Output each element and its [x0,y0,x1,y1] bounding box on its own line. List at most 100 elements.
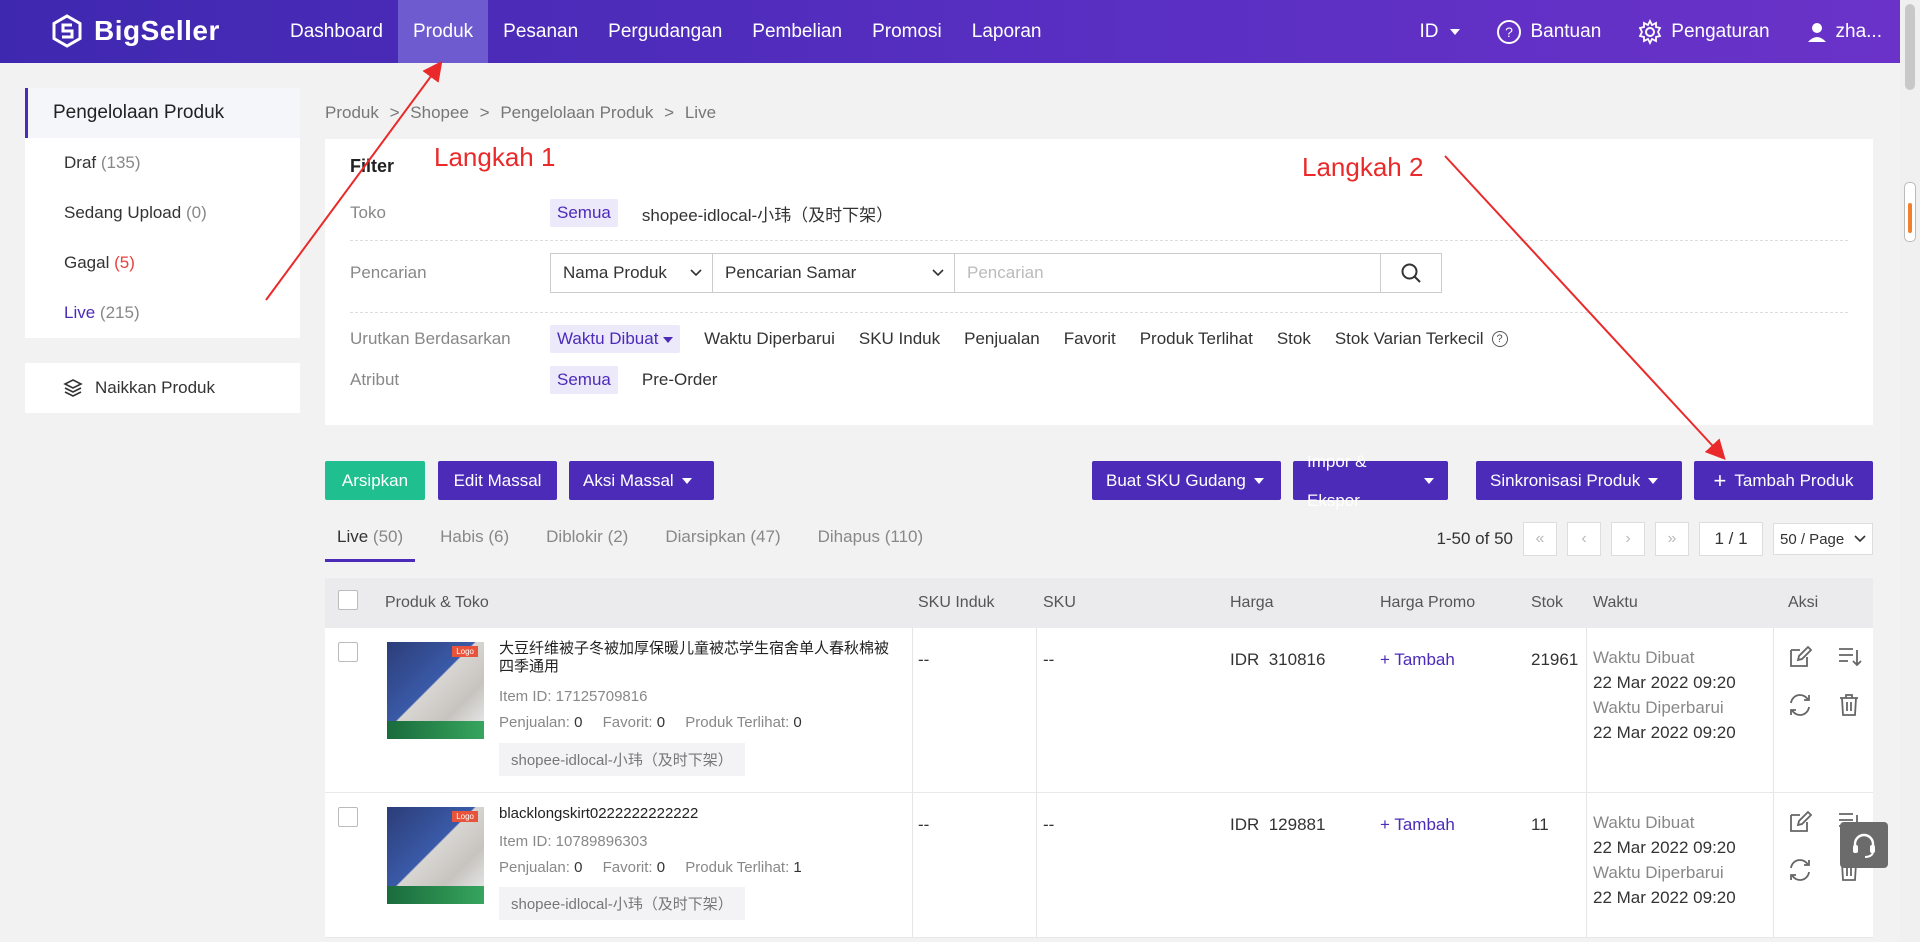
main-nav: Dashboard Produk Pesanan Pergudangan Pem… [275,0,1056,63]
sku-value: -- [1043,815,1055,834]
search-input[interactable]: Pencarian [955,254,1381,292]
sidebar-title[interactable]: Pengelolaan Produk [25,88,300,138]
upload-product-label: Naikkan Produk [95,378,216,397]
nav-dashboard[interactable]: Dashboard [275,0,398,63]
add-promo-link[interactable]: + Tambah [1380,815,1455,835]
chat-support-button[interactable] [1840,822,1888,868]
chat-headset-icon [1853,833,1875,858]
trash-icon[interactable] [1836,692,1862,718]
sort-list-icon[interactable] [1836,644,1862,670]
product-stats: Penjualan: 0 Favorit: 0 Produk Terlihat:… [499,859,802,876]
archive-button[interactable]: Arsipkan [325,461,425,500]
breadcrumb-produk[interactable]: Produk [325,103,379,122]
tab-count: (50) [372,527,404,546]
sort-option[interactable]: Stok Varian Terkecil [1335,329,1484,349]
import-export-button[interactable]: Impor & Ekspor [1293,452,1448,510]
sort-option[interactable]: Stok [1277,329,1311,349]
sort-option[interactable]: Favorit [1064,329,1116,349]
search-button[interactable] [1381,254,1441,292]
nav-pergudangan[interactable]: Pergudangan [593,0,737,63]
views-label: Produk Terlihat: [685,859,790,876]
sort-option[interactable]: Penjualan [964,329,1040,349]
scrollbar-thumb[interactable] [1905,4,1915,90]
upload-product-button[interactable]: Naikkan Produk [25,363,300,413]
next-page-button[interactable]: › [1611,522,1645,556]
divider [350,312,1848,313]
sync-product-button[interactable]: Sinkronisasi Produk [1476,461,1682,500]
sync-icon[interactable] [1787,692,1813,718]
search-field-select[interactable]: Nama Produk [551,254,713,292]
breadcrumb-shopee[interactable]: Shopee [410,103,469,122]
store-all-chip[interactable]: Semua [550,199,618,227]
help-icon[interactable]: ? [1491,331,1508,347]
row-checkbox[interactable] [338,642,358,662]
sidebar-item-draf[interactable]: Draf (135) [25,138,300,188]
product-thumbnail[interactable] [387,807,484,904]
user-menu[interactable]: zha... [1806,21,1882,43]
sort-option[interactable]: Produk Terlihat [1140,329,1253,349]
logo[interactable]: BigSeller [50,14,220,48]
edit-icon[interactable] [1787,644,1813,670]
price-value: IDR 310816 [1230,650,1326,669]
tab-diarsipkan[interactable]: Diarsipkan (47) [653,522,792,562]
bulk-action-button[interactable]: Aksi Massal [569,461,714,500]
first-page-button[interactable]: « [1523,522,1557,556]
tab-habis[interactable]: Habis (6) [428,522,521,562]
sidebar-item-gagal[interactable]: Gagal (5) [25,238,300,288]
views-value: 0 [793,714,802,731]
header-sku-parent: SKU Induk [918,594,995,611]
top-navbar: BigSeller Dashboard Produk Pesanan Pergu… [0,0,1900,63]
language-selector[interactable]: ID [1419,21,1461,43]
per-page-select[interactable]: 50 / Page [1773,523,1873,555]
tab-dihapus[interactable]: Dihapus (110) [806,522,936,562]
store-option[interactable]: shopee-idlocal-小玮（及时下架） [642,201,893,226]
sidebar-item-sedang-upload[interactable]: Sedang Upload (0) [25,188,300,238]
sales-label: Penjualan: [499,714,570,731]
favorite-value: 0 [656,714,666,731]
settings-label: Pengaturan [1671,20,1770,42]
product-name[interactable]: 大豆纤维被子冬被加厚保暖儿童被芯学生宿舍单人春秋棉被四季通用 [499,640,899,676]
nav-laporan[interactable]: Laporan [957,0,1057,63]
sku-parent-value: -- [918,650,930,669]
chevron-down-icon [1854,535,1866,543]
sort-option[interactable]: Waktu Diperbarui [704,329,835,349]
add-product-button[interactable]: + Tambah Produk [1694,461,1873,500]
sidebar-item-label: Draf [64,153,97,172]
sort-option-active[interactable]: Waktu Dibuat [550,325,681,353]
item-id: Item ID: 10789896303 [499,833,648,850]
nav-promosi[interactable]: Promosi [857,0,957,63]
created-value: 22 Mar 2022 09:20 [1593,673,1736,692]
help-label: Bantuan [1530,20,1602,42]
sync-icon[interactable] [1787,857,1813,883]
tab-live[interactable]: Live (50) [325,522,416,562]
tab-diblokir[interactable]: Diblokir (2) [534,522,640,562]
row-checkbox[interactable] [338,807,358,827]
bulk-edit-button[interactable]: Edit Massal [438,461,557,500]
product-thumbnail[interactable] [387,642,484,739]
help-link[interactable]: ? Bantuan [1496,19,1601,45]
nav-produk[interactable]: Produk [397,0,489,63]
select-all-checkbox[interactable] [338,590,358,610]
sidebar-item-count: (5) [114,253,135,272]
attribute-all-chip[interactable]: Semua [550,366,618,394]
divider [350,240,1848,241]
page-scrollbar[interactable] [1900,0,1920,942]
search-mode-select[interactable]: Pencarian Samar [713,254,955,292]
create-sku-button[interactable]: Buat SKU Gudang [1092,461,1281,500]
sort-option[interactable]: SKU Induk [859,329,940,349]
chevron-down-icon [932,269,944,277]
add-promo-link[interactable]: + Tambah [1380,650,1455,670]
breadcrumb-pengelolaan[interactable]: Pengelolaan Produk [500,103,653,122]
prev-page-button[interactable]: ‹ [1567,522,1601,556]
last-page-button[interactable]: » [1655,522,1689,556]
edit-icon[interactable] [1787,809,1813,835]
sidebar-item-live[interactable]: Live (215) [25,288,300,338]
nav-pembelian[interactable]: Pembelian [737,0,857,63]
time-info: Waktu Dibuat 22 Mar 2022 09:20 Waktu Dip… [1593,645,1736,745]
attribute-option[interactable]: Pre-Order [642,370,718,390]
nav-pesanan[interactable]: Pesanan [488,0,593,63]
page-input[interactable]: 1 / 1 [1699,522,1763,556]
settings-link[interactable]: Pengaturan [1637,18,1770,45]
caret-down-icon [1253,477,1264,484]
product-name[interactable]: blacklongskirt0222222222222 [499,805,899,823]
